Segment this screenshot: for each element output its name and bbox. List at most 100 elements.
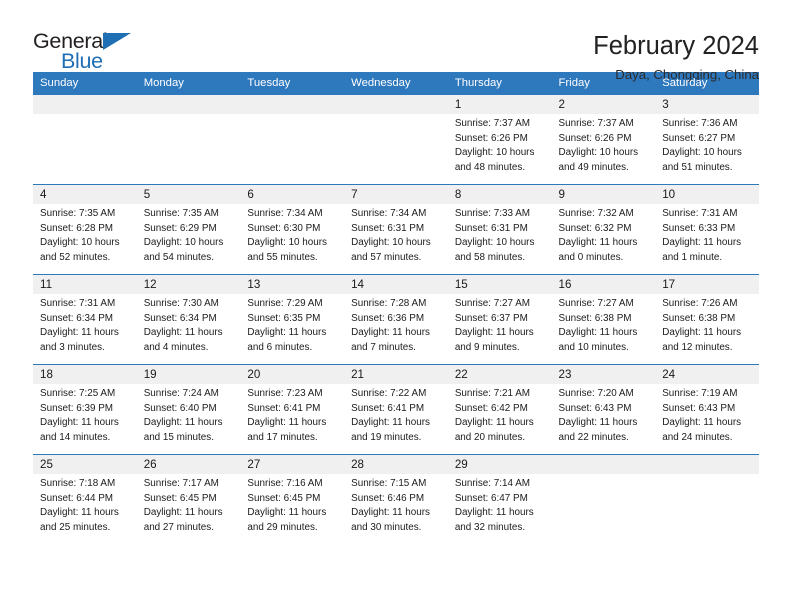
calendar-day-cell[interactable]: 16 Sunrise: 7:27 AM Sunset: 6:38 PM Dayligh…: [551, 274, 656, 365]
day-sun-details: Sunrise: 7:27 AM Sunset: 6:38 PM Daylight:…: [552, 294, 656, 355]
day-number: [344, 95, 448, 115]
calendar-day-cell[interactable]: 5 Sunrise: 7:35 AM Sunset: 6:29 PM Daylight…: [136, 184, 241, 275]
day-number: 2: [551, 95, 656, 115]
day-detail-line: Daylight: 11 hours: [247, 507, 327, 519]
day-detail-line: Sunrise: 7:15 AM: [351, 478, 427, 490]
day-cell-content: 27 Sunrise: 7:16 AM Sunset: 6:45 PM Dayligh…: [240, 455, 345, 545]
day-number: 12: [136, 275, 241, 295]
calendar-day-cell[interactable]: 9 Sunrise: 7:32 AM Sunset: 6:32 PM Daylight…: [551, 184, 656, 275]
day-detail-line: Sunset: 6:43 PM: [558, 402, 632, 414]
calendar-day-cell[interactable]: 4 Sunrise: 7:35 AM Sunset: 6:28 PM Daylight…: [33, 184, 137, 275]
day-cell-content: 2 Sunrise: 7:37 AM Sunset: 6:26 PM Daylight…: [551, 95, 656, 185]
calendar-day-cell[interactable]: 23 Sunrise: 7:20 AM Sunset: 6:43 PM Dayligh…: [551, 364, 656, 455]
day-detail-line: Sunset: 6:38 PM: [662, 312, 736, 324]
day-detail-line: Sunset: 6:31 PM: [351, 222, 425, 234]
day-detail-line: Daylight: 10 hours: [143, 237, 224, 249]
day-sun-details: Sunrise: 7:36 AM Sunset: 6:27 PM Daylight:…: [655, 114, 759, 175]
day-detail-line: Daylight: 11 hours: [143, 417, 223, 429]
day-number: 20: [240, 365, 345, 385]
day-detail-line: Daylight: 11 hours: [558, 237, 638, 249]
day-detail-line: Sunset: 6:32 PM: [558, 222, 632, 234]
day-sun-details: Sunrise: 7:37 AM Sunset: 6:26 PM Daylight:…: [448, 114, 552, 175]
day-detail-line: Sunrise: 7:30 AM: [143, 298, 219, 310]
calendar-day-cell[interactable]: 22 Sunrise: 7:21 AM Sunset: 6:42 PM Dayligh…: [447, 364, 552, 455]
calendar-day-cell[interactable]: 21 Sunrise: 7:22 AM Sunset: 6:41 PM Dayligh…: [344, 364, 448, 455]
day-cell-content: 11 Sunrise: 7:31 AM Sunset: 6:34 PM Dayligh…: [33, 275, 137, 365]
day-number: 18: [33, 365, 137, 385]
calendar-day-cell[interactable]: 11 Sunrise: 7:31 AM Sunset: 6:34 PM Dayligh…: [33, 274, 137, 365]
calendar-day-cell[interactable]: 6 Sunrise: 7:34 AM Sunset: 6:30 PM Daylight…: [240, 184, 345, 275]
day-detail-line: Daylight: 11 hours: [351, 327, 430, 339]
day-cell-content: 1 Sunrise: 7:37 AM Sunset: 6:26 PM Daylight…: [447, 95, 552, 185]
month-calendar-table: Sunday Monday Tuesday Wednesday Thursday…: [33, 72, 759, 545]
calendar-day-cell[interactable]: 29 Sunrise: 7:14 AM Sunset: 6:47 PM Dayligh…: [447, 454, 552, 545]
day-number: 13: [240, 275, 345, 295]
day-sun-details: Sunrise: 7:15 AM Sunset: 6:46 PM Daylight:…: [344, 474, 448, 535]
day-number: [655, 455, 759, 475]
day-sun-details: Sunrise: 7:20 AM Sunset: 6:43 PM Daylight:…: [552, 384, 656, 445]
calendar-day-cell[interactable]: 20 Sunrise: 7:23 AM Sunset: 6:41 PM Dayligh…: [240, 364, 345, 455]
day-detail-line: Sunset: 6:37 PM: [454, 312, 528, 324]
day-detail-line: Daylight: 10 hours: [454, 237, 535, 249]
day-number: 25: [33, 455, 137, 475]
calendar-day-cell[interactable]: 19 Sunrise: 7:24 AM Sunset: 6:40 PM Dayligh…: [136, 364, 241, 455]
calendar-day-cell[interactable]: 17 Sunrise: 7:26 AM Sunset: 6:38 PM Dayligh…: [655, 274, 759, 365]
general-blue-logo[interactable]: General Blue: [33, 30, 153, 79]
day-number: 26: [136, 455, 241, 475]
day-cell-content: 7 Sunrise: 7:34 AM Sunset: 6:31 PM Daylight…: [344, 185, 448, 275]
calendar-day-cell[interactable]: 12 Sunrise: 7:30 AM Sunset: 6:34 PM Dayligh…: [136, 274, 241, 365]
weekday-header-wednesday: Wednesday: [344, 72, 448, 96]
calendar-day-cell[interactable]: 1 Sunrise: 7:37 AM Sunset: 6:26 PM Daylight…: [447, 95, 552, 185]
calendar-day-cell[interactable]: 8 Sunrise: 7:33 AM Sunset: 6:31 PM Daylight…: [447, 184, 552, 275]
day-detail-line: Sunrise: 7:17 AM: [143, 478, 219, 490]
day-detail-line: and 19 minutes.: [351, 431, 422, 443]
day-detail-line: Daylight: 11 hours: [558, 327, 638, 339]
day-cell-content: 18 Sunrise: 7:25 AM Sunset: 6:39 PM Dayligh…: [33, 365, 137, 455]
day-sun-details: Sunrise: 7:35 AM Sunset: 6:28 PM Daylight:…: [33, 204, 137, 265]
day-detail-line: Sunset: 6:45 PM: [247, 492, 321, 504]
day-detail-line: and 32 minutes.: [454, 521, 526, 533]
day-cell-content: 19 Sunrise: 7:24 AM Sunset: 6:40 PM Dayligh…: [136, 365, 241, 455]
calendar-day-cell[interactable]: 28 Sunrise: 7:15 AM Sunset: 6:46 PM Dayligh…: [344, 454, 448, 545]
day-detail-line: and 4 minutes.: [143, 341, 209, 353]
day-detail-line: Daylight: 11 hours: [143, 507, 223, 519]
logo-triangle-icon: [103, 33, 131, 50]
day-sun-details: Sunrise: 7:24 AM Sunset: 6:40 PM Daylight:…: [137, 384, 241, 445]
day-cell-content: 10 Sunrise: 7:31 AM Sunset: 6:33 PM Dayligh…: [655, 185, 759, 275]
day-detail-line: Sunrise: 7:32 AM: [558, 208, 634, 220]
day-detail-line: Sunrise: 7:35 AM: [143, 208, 219, 220]
day-detail-line: Sunset: 6:34 PM: [40, 312, 114, 324]
calendar-day-cell[interactable]: 7 Sunrise: 7:34 AM Sunset: 6:31 PM Daylight…: [344, 184, 448, 275]
day-detail-line: Daylight: 11 hours: [40, 417, 119, 429]
calendar-day-cell[interactable]: 18 Sunrise: 7:25 AM Sunset: 6:39 PM Dayligh…: [33, 364, 137, 455]
calendar-day-cell[interactable]: 13 Sunrise: 7:29 AM Sunset: 6:35 PM Dayligh…: [240, 274, 345, 365]
day-sun-details: Sunrise: 7:27 AM Sunset: 6:37 PM Daylight:…: [448, 294, 552, 355]
calendar-day-cell[interactable]: 25 Sunrise: 7:18 AM Sunset: 6:44 PM Dayligh…: [33, 454, 137, 545]
calendar-day-cell[interactable]: 26 Sunrise: 7:17 AM Sunset: 6:45 PM Dayligh…: [136, 454, 241, 545]
weekday-header-tuesday: Tuesday: [240, 72, 345, 96]
calendar-day-cell[interactable]: 3 Sunrise: 7:36 AM Sunset: 6:27 PM Daylight…: [655, 95, 759, 185]
day-detail-line: Daylight: 11 hours: [40, 507, 119, 519]
day-number: 3: [655, 95, 759, 115]
day-detail-line: Daylight: 10 hours: [351, 237, 431, 249]
day-detail-line: Sunrise: 7:31 AM: [40, 298, 116, 310]
day-detail-line: Sunset: 6:26 PM: [558, 132, 632, 144]
day-detail-line: Daylight: 11 hours: [247, 327, 327, 339]
calendar-day-cell[interactable]: 24 Sunrise: 7:19 AM Sunset: 6:43 PM Dayligh…: [655, 364, 759, 455]
day-sun-details: Sunrise: 7:19 AM Sunset: 6:43 PM Daylight:…: [655, 384, 759, 445]
day-cell-content: 17 Sunrise: 7:26 AM Sunset: 6:38 PM Dayligh…: [655, 275, 759, 365]
day-detail-line: Sunrise: 7:21 AM: [454, 388, 531, 400]
calendar-day-cell[interactable]: 14 Sunrise: 7:28 AM Sunset: 6:36 PM Dayligh…: [344, 274, 448, 365]
day-cell-content: 16 Sunrise: 7:27 AM Sunset: 6:38 PM Dayligh…: [551, 275, 656, 365]
title-block: February 2024 Daya, Chongqing, China: [593, 31, 759, 82]
calendar-day-cell[interactable]: 27 Sunrise: 7:16 AM Sunset: 6:45 PM Dayligh…: [240, 454, 345, 545]
calendar-day-cell[interactable]: 2 Sunrise: 7:37 AM Sunset: 6:26 PM Daylight…: [551, 95, 656, 185]
calendar-day-cell[interactable]: 15 Sunrise: 7:27 AM Sunset: 6:37 PM Dayligh…: [447, 274, 552, 365]
day-number: 9: [551, 185, 656, 205]
calendar-body: 1 Sunrise: 7:37 AM Sunset: 6:26 PM Daylight…: [33, 95, 759, 545]
day-detail-line: Sunset: 6:47 PM: [454, 492, 528, 504]
day-detail-line: Sunset: 6:33 PM: [662, 222, 736, 234]
day-sun-details: Sunrise: 7:34 AM Sunset: 6:30 PM Daylight:…: [240, 204, 344, 265]
calendar-day-cell[interactable]: 10 Sunrise: 7:31 AM Sunset: 6:33 PM Dayligh…: [655, 184, 759, 275]
calendar-empty-cell: [655, 454, 759, 545]
